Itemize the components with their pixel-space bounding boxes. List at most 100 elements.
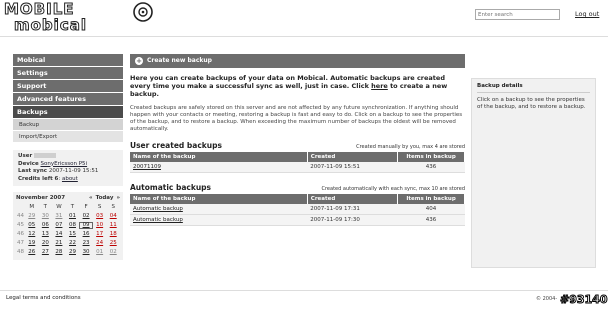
create-backup-bar[interactable]: + Create new backup bbox=[130, 54, 465, 68]
table-row[interactable]: Automatic backup 2007-11-09 17:31 404 bbox=[130, 204, 465, 215]
calendar-day[interactable]: 15 bbox=[66, 231, 80, 238]
table-row[interactable]: 20071109 2007-11-09 15:51 436 bbox=[130, 162, 465, 173]
logo-mark-icon bbox=[133, 2, 153, 22]
calendar-day[interactable]: 11 bbox=[106, 222, 120, 229]
device-row: Device SonyEricsson P5i bbox=[18, 161, 118, 169]
table-row[interactable]: Automatic backup 2007-11-09 17:30 436 bbox=[130, 214, 465, 226]
legal-terms-link[interactable]: Legal terms and conditions bbox=[6, 295, 81, 301]
backup-items-cell: 436 bbox=[397, 214, 465, 226]
calendar-day[interactable]: 17 bbox=[93, 231, 107, 238]
calendar-day[interactable]: 14 bbox=[52, 231, 66, 238]
intro-text: Here you can create backups of your data… bbox=[130, 74, 465, 98]
column-header-items[interactable]: Items in backup bbox=[397, 194, 465, 204]
device-link[interactable]: SonyEricsson P5i bbox=[41, 161, 88, 167]
calendar-day[interactable]: 22 bbox=[66, 240, 80, 247]
search-input[interactable] bbox=[475, 9, 560, 20]
calendar-next-button[interactable]: » bbox=[116, 195, 120, 201]
table-header-row: Name of the backup Created Items in back… bbox=[130, 194, 465, 204]
user-backups-header: User created backups Created manually by… bbox=[130, 141, 465, 150]
calendar-day[interactable]: 03 bbox=[93, 213, 107, 220]
calendar-day[interactable]: 30 bbox=[39, 213, 53, 220]
calendar-day[interactable]: 13 bbox=[39, 231, 53, 238]
backup-link[interactable]: Automatic backup bbox=[133, 206, 183, 212]
calendar-weekday: M bbox=[29, 204, 35, 210]
calendar-nav: « Today » bbox=[89, 195, 120, 201]
credits-row: Credits left 6: about bbox=[18, 175, 78, 182]
calendar-weekday: S bbox=[111, 204, 115, 210]
create-backup-link[interactable]: here bbox=[371, 82, 388, 90]
calendar: November 2007 « Today » M T W T F S S 44 29 30 31 0… bbox=[13, 192, 123, 260]
auto-backups-header: Automatic backups Created automatically … bbox=[130, 183, 465, 192]
calendar-grid: M T W T F S S 44 29 30 31 01 02 03 04 45 05 06 07 08 09 10 11 4… bbox=[16, 204, 120, 256]
calendar-day[interactable]: 25 bbox=[106, 240, 120, 247]
calendar-day[interactable]: 08 bbox=[66, 222, 80, 229]
subnav-item-backup[interactable]: Backup bbox=[13, 119, 123, 131]
backup-name-cell[interactable]: Automatic backup bbox=[130, 214, 308, 226]
last-sync-value: 2007-11-09 15:51 bbox=[48, 168, 99, 174]
calendar-day[interactable]: 01 bbox=[93, 249, 107, 256]
calendar-day[interactable]: 23 bbox=[79, 240, 93, 247]
calendar-day[interactable]: 19 bbox=[25, 240, 39, 247]
column-header-created[interactable]: Created bbox=[307, 194, 399, 204]
calendar-day[interactable]: 29 bbox=[66, 249, 80, 256]
calendar-day[interactable]: 01 bbox=[66, 213, 80, 220]
calendar-day[interactable]: 09 bbox=[79, 222, 93, 229]
calendar-week-number: 44 bbox=[17, 213, 24, 219]
column-header-name[interactable]: Name of the backup bbox=[130, 194, 308, 204]
calendar-day[interactable]: 20 bbox=[39, 240, 53, 247]
calendar-day[interactable]: 04 bbox=[106, 213, 120, 220]
column-header-created[interactable]: Created bbox=[307, 152, 399, 162]
subnav-item-import-export[interactable]: Import/Export bbox=[13, 131, 123, 143]
backup-details-text: Click on a backup to see the properties … bbox=[477, 97, 586, 110]
calendar-day[interactable]: 24 bbox=[93, 240, 107, 247]
calendar-prev-button[interactable]: « bbox=[89, 195, 93, 201]
calendar-today-button[interactable]: Today bbox=[96, 195, 114, 201]
logout-link[interactable]: Log out bbox=[575, 10, 599, 18]
calendar-day[interactable]: 29 bbox=[25, 213, 39, 220]
calendar-weekday: S bbox=[97, 204, 102, 210]
backup-name-cell[interactable]: Automatic backup bbox=[130, 204, 308, 215]
last-sync-label: Last sync bbox=[18, 168, 48, 174]
credits-about-link[interactable]: about bbox=[62, 176, 78, 182]
calendar-day[interactable]: 18 bbox=[106, 231, 120, 238]
nav-item-backups[interactable]: Backups bbox=[13, 106, 123, 118]
calendar-weekday: W bbox=[56, 204, 62, 210]
calendar-day[interactable]: 05 bbox=[25, 222, 39, 229]
calendar-day[interactable]: 07 bbox=[52, 222, 66, 229]
backup-items-cell: 436 bbox=[397, 162, 465, 173]
column-header-items[interactable]: Items in backup bbox=[397, 152, 465, 162]
calendar-day[interactable]: 26 bbox=[25, 249, 39, 256]
user-name-redacted bbox=[33, 153, 56, 158]
calendar-week-number: 47 bbox=[17, 240, 24, 246]
create-backup-label: Create new backup bbox=[147, 57, 212, 64]
nav-item-mobical[interactable]: Mobical bbox=[13, 54, 123, 66]
backup-items-cell: 404 bbox=[397, 204, 465, 215]
calendar-day[interactable]: 06 bbox=[39, 222, 53, 229]
backup-name-cell[interactable]: 20071109 bbox=[130, 162, 308, 173]
nav-item-settings[interactable]: Settings bbox=[13, 67, 123, 79]
main-content: + Create new backup Here you can create … bbox=[130, 54, 465, 226]
user-info-box: User Device SonyEricsson P5i Last sync 2… bbox=[13, 150, 123, 186]
calendar-day[interactable]: 30 bbox=[79, 249, 93, 256]
column-header-name[interactable]: Name of the backup bbox=[130, 152, 308, 162]
backup-link[interactable]: 20071109 bbox=[133, 164, 161, 170]
calendar-day[interactable]: 02 bbox=[79, 213, 93, 220]
user-backups-table: Name of the backup Created Items in back… bbox=[130, 152, 465, 173]
calendar-weekday: T bbox=[70, 204, 75, 210]
copyright-text: © 2004- bbox=[536, 296, 558, 302]
backup-link[interactable]: Automatic backup bbox=[133, 217, 183, 223]
calendar-day[interactable]: 21 bbox=[52, 240, 66, 247]
nav-item-advanced-features[interactable]: Advanced features bbox=[13, 93, 123, 105]
logo-text-mobical: mobical bbox=[14, 16, 87, 35]
calendar-day[interactable]: 28 bbox=[52, 249, 66, 256]
calendar-day[interactable]: 02 bbox=[106, 249, 120, 256]
calendar-day[interactable]: 10 bbox=[93, 222, 107, 229]
calendar-day[interactable]: 16 bbox=[79, 231, 93, 238]
nav-item-support[interactable]: Support bbox=[13, 80, 123, 92]
calendar-week-number: 46 bbox=[17, 231, 24, 237]
mobical-logo[interactable]: MOBILE mobical bbox=[4, 0, 154, 35]
calendar-day[interactable]: 12 bbox=[25, 231, 39, 238]
calendar-day[interactable]: 31 bbox=[52, 213, 66, 220]
calendar-day[interactable]: 27 bbox=[39, 249, 53, 256]
description-text: Created backups are safely stored on thi… bbox=[130, 105, 463, 132]
